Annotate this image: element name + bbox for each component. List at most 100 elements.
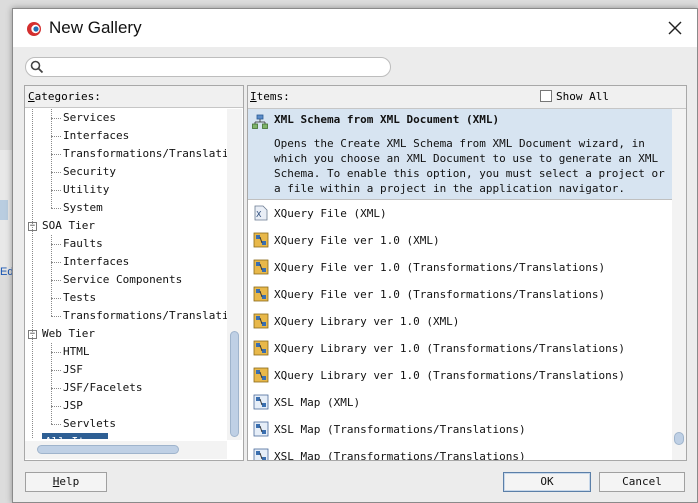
gallery-item[interactable]: XQuery Library ver 1.0 (Transformations/… [248, 362, 672, 390]
search-field[interactable] [25, 57, 391, 77]
items-header-text: tems: [256, 90, 290, 103]
gallery-item-label: XQuery File ver 1.0 (Transformations/Tra… [274, 288, 606, 301]
xquery-map-icon [253, 367, 269, 383]
category-item[interactable]: Transformations/Translations [63, 145, 227, 163]
gallery-item-label: XSL Map (Transformations/Translations) [274, 450, 526, 460]
tree-guide-line [51, 109, 52, 208]
xquery-map-icon [253, 286, 269, 302]
gallery-item[interactable]: X XQuery File (XML) [248, 200, 672, 228]
categories-vertical-scrollbar[interactable] [227, 109, 242, 440]
category-item[interactable]: Web Tier [42, 325, 95, 343]
tree-connector [51, 208, 61, 209]
categories-horizontal-scroll-thumb[interactable] [37, 445, 179, 454]
categories-tree[interactable]: Services Interfaces Transformations/Transl… [25, 109, 227, 439]
gallery-item[interactable]: XQuery File ver 1.0 (XML) [248, 227, 672, 255]
tree-connector [51, 316, 61, 317]
xml-schema-icon [252, 114, 268, 129]
category-item[interactable]: JSF/Facelets [63, 379, 142, 397]
tree-guide-line [51, 343, 52, 424]
category-item[interactable]: HTML [63, 343, 90, 361]
gallery-item-label: XSL Map (Transformations/Translations) [274, 423, 526, 436]
category-item[interactable]: Utility [63, 181, 109, 199]
gallery-item[interactable]: XSL Map (Transformations/Translations) [248, 443, 672, 460]
category-item[interactable]: JSF [63, 361, 83, 379]
tree-connector [51, 172, 61, 173]
tree-connector [51, 406, 61, 407]
tree-connector [51, 190, 61, 191]
category-item[interactable]: Security [63, 163, 116, 181]
xsl-map-icon [253, 448, 269, 460]
category-item[interactable]: Faults [63, 235, 103, 253]
gallery-item-label: XSL Map (XML) [274, 396, 361, 409]
gallery-item[interactable]: XQuery File ver 1.0 (Transformations/Tra… [248, 281, 672, 309]
category-item[interactable]: Services [63, 109, 116, 127]
category-item[interactable]: Servlets [63, 415, 116, 433]
gallery-item[interactable]: XQuery File ver 1.0 (Transformations/Tra… [248, 254, 672, 282]
gallery-item-label: XQuery Library ver 1.0 (XML) [274, 315, 460, 328]
tree-connector [51, 424, 61, 425]
gallery-item[interactable]: XQuery Library ver 1.0 (XML) [248, 308, 672, 336]
tree-connector [51, 154, 61, 155]
xsl-map-icon [253, 421, 269, 437]
category-item[interactable]: Transformations/Translations [63, 307, 227, 325]
title-bar: New Gallery [13, 9, 697, 47]
items-header: Items: Show All Descriptions [248, 86, 686, 125]
selected-item[interactable]: XML Schema from XML Document (XML) Opens… [248, 109, 672, 200]
search-icon [30, 60, 44, 74]
tree-connector [51, 370, 61, 371]
categories-header-mnemonic: C [28, 90, 35, 103]
tree-root-guide-line [32, 109, 33, 439]
selected-item-title: XML Schema from XML Document (XML) [274, 113, 500, 126]
show-all-prefix: Show All [556, 90, 609, 103]
gallery-item-label: XQuery File ver 1.0 (Transformations/Tra… [274, 261, 606, 274]
gallery-item[interactable]: XSL Map (Transformations/Translations) [248, 416, 672, 444]
help-button[interactable]: Help [25, 472, 107, 492]
new-gallery-dialog: New Gallery Categories: Services Interfac… [12, 8, 698, 503]
category-item[interactable]: Interfaces [63, 253, 129, 271]
items-header-mnemonic: I [250, 90, 257, 103]
svg-text:X: X [256, 210, 262, 219]
categories-panel: Categories: Services Interfaces Transforma… [24, 85, 244, 461]
category-item[interactable]: Service Components [63, 271, 182, 289]
dialog-title: New Gallery [49, 18, 142, 37]
categories-horizontal-scrollbar[interactable] [25, 441, 227, 459]
gallery-item[interactable]: XSL Map (XML) [248, 389, 672, 417]
background-window: Ed [0, 150, 13, 278]
tree-connector [51, 244, 61, 245]
cancel-button[interactable]: Cancel [599, 472, 685, 492]
category-item[interactable]: Interfaces [63, 127, 129, 145]
category-item[interactable]: SOA Tier [42, 217, 95, 235]
background-toolbar-button [0, 200, 8, 220]
gallery-item-label: XQuery Library ver 1.0 (Transformations/… [274, 369, 625, 382]
gallery-item-label: XQuery File (XML) [274, 207, 387, 220]
items-vertical-scrollbar[interactable] [672, 109, 686, 460]
show-all-descriptions-checkbox[interactable] [540, 90, 552, 102]
xquery-map-icon [253, 259, 269, 275]
tree-connector [51, 298, 61, 299]
tree-guide-line [51, 235, 52, 316]
gallery-item-label: XQuery Library ver 1.0 (Transformations/… [274, 342, 625, 355]
gallery-item-label: XQuery File ver 1.0 (XML) [274, 234, 440, 247]
items-list: XML Schema from XML Document (XML) Opens… [248, 109, 672, 460]
ok-button[interactable]: OK [503, 472, 591, 492]
tree-connector [51, 262, 61, 263]
oracle-logo-icon [27, 22, 41, 36]
category-item[interactable]: All Items [42, 433, 108, 439]
xquery-map-icon [253, 340, 269, 356]
xquery-map-icon [253, 232, 269, 248]
category-item[interactable]: Tests [63, 289, 96, 307]
search-input[interactable] [48, 59, 382, 73]
tree-connector [51, 136, 61, 137]
xquery-file-icon: X [253, 205, 269, 221]
tree-connector [51, 280, 61, 281]
categories-vertical-scroll-thumb[interactable] [230, 331, 239, 437]
xquery-map-icon [253, 313, 269, 329]
category-item[interactable]: JSP [63, 397, 83, 415]
items-vertical-scroll-thumb[interactable] [674, 432, 684, 445]
categories-header-label: ategories: [34, 90, 101, 103]
close-icon[interactable] [663, 17, 687, 39]
category-item[interactable]: System [63, 199, 103, 217]
categories-header: Categories: [25, 86, 243, 108]
gallery-item[interactable]: XQuery Library ver 1.0 (Transformations/… [248, 335, 672, 363]
help-label: elp [59, 475, 80, 488]
